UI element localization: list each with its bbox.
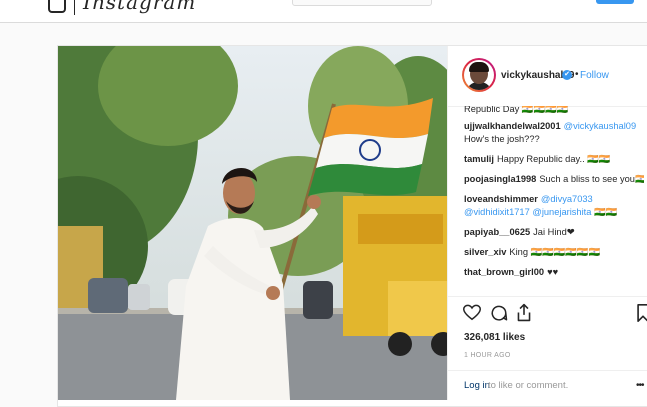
logo-wordmark: Instagram [83, 0, 197, 14]
comment-mention[interactable]: @vickykaushal09 [564, 121, 636, 131]
post-timestamp[interactable]: 1 HOUR AGO [464, 352, 511, 359]
photo-man-with-flag [58, 46, 447, 400]
comment-text: ♥♥ [547, 267, 559, 277]
heart-icon[interactable] [463, 304, 481, 321]
comment-text: Such a bliss to see you🇮🇳 [539, 174, 644, 184]
comment-username[interactable]: that_brown_girl00 [464, 267, 544, 277]
post-actions: 326,081 likes 1 HOUR AGO Log in to like … [448, 296, 647, 401]
comment-mention[interactable]: @vidhidixit1717 [464, 207, 530, 217]
login-link[interactable]: Log in [464, 380, 490, 391]
comment-text: King 🇮🇳🇮🇳🇮🇳🇮🇳🇮🇳🇮🇳 [509, 247, 601, 257]
comment-item: papiyab__0625 Jai Hind❤ [464, 226, 575, 240]
comment-username[interactable]: poojasingla1998 [464, 174, 536, 184]
avatar[interactable] [462, 58, 496, 92]
comment-icon[interactable] [490, 304, 508, 322]
comment-item: @vidhidixit1717 @junejarishita 🇮🇳🇮🇳 [464, 206, 617, 220]
comment-item: silver_xiv King 🇮🇳🇮🇳🇮🇳🇮🇳🇮🇳🇮🇳 [464, 246, 600, 260]
comment-item: tamulij Happy Republic day.. 🇮🇳🇮🇳 [464, 153, 610, 167]
verified-badge-icon: ✔ [562, 70, 572, 80]
follow-button[interactable]: Follow [580, 70, 609, 81]
avatar-hair [469, 62, 489, 72]
post-side-panel: vickykaushal09 ✔ • Follow Republic Day 🇮… [447, 46, 647, 400]
comment-username[interactable]: ujjwalkhandelwal2001 [464, 121, 561, 131]
logo-divider [74, 0, 75, 15]
search-input[interactable] [292, 0, 432, 6]
comment-text: Happy Republic day.. 🇮🇳🇮🇳 [496, 154, 611, 164]
login-prompt-text: to like or comment. [488, 380, 569, 391]
instagram-logo[interactable]: Instagram [48, 0, 196, 15]
comment-item: that_brown_girl00 ♥♥ [464, 266, 558, 280]
more-options-icon[interactable]: ••• [636, 380, 644, 391]
comment-item: ujjwalkhandelwal2001 @vickykaushal09 [464, 120, 636, 134]
comment-mention[interactable]: @junejarishita [532, 207, 591, 217]
comment-text: Republic Day 🇮🇳🇮🇳🇮🇳🇮🇳 [464, 106, 569, 114]
comment-username[interactable]: papiyab__0625 [464, 227, 530, 237]
comment-item: loveandshimmer @divya7033 [464, 193, 593, 207]
avatar-image [464, 60, 494, 90]
comment-text: Jai Hind❤ [533, 227, 575, 237]
comment-username[interactable]: tamulij [464, 154, 494, 164]
share-icon[interactable] [516, 303, 532, 322]
comment-text: 🇮🇳🇮🇳 [594, 207, 618, 217]
comment-mention[interactable]: @divya7033 [541, 194, 593, 204]
login-prompt: Log in to like or comment. ••• [448, 370, 647, 402]
comment-username[interactable]: loveandshimmer [464, 194, 538, 204]
likes-count[interactable]: 326,081 likes [464, 332, 525, 343]
comment-text-line: How's the josh??? [464, 134, 540, 144]
comment-username[interactable]: silver_xiv [464, 247, 506, 257]
post-image[interactable] [58, 46, 447, 400]
separator-dot: • [575, 69, 579, 80]
camera-icon [48, 0, 66, 13]
top-nav-bar: Instagram [0, 0, 647, 23]
post-header: vickykaushal09 ✔ • Follow [448, 46, 647, 107]
comment-item: Republic Day 🇮🇳🇮🇳🇮🇳🇮🇳 [464, 106, 568, 117]
nav-login-button[interactable] [596, 0, 634, 4]
comments-list[interactable]: Republic Day 🇮🇳🇮🇳🇮🇳🇮🇳 ujjwalkhandelwal20… [464, 106, 644, 296]
comment-item: poojasingla1998 Such a bliss to see you🇮🇳 [464, 173, 644, 187]
bookmark-icon[interactable] [636, 304, 647, 322]
